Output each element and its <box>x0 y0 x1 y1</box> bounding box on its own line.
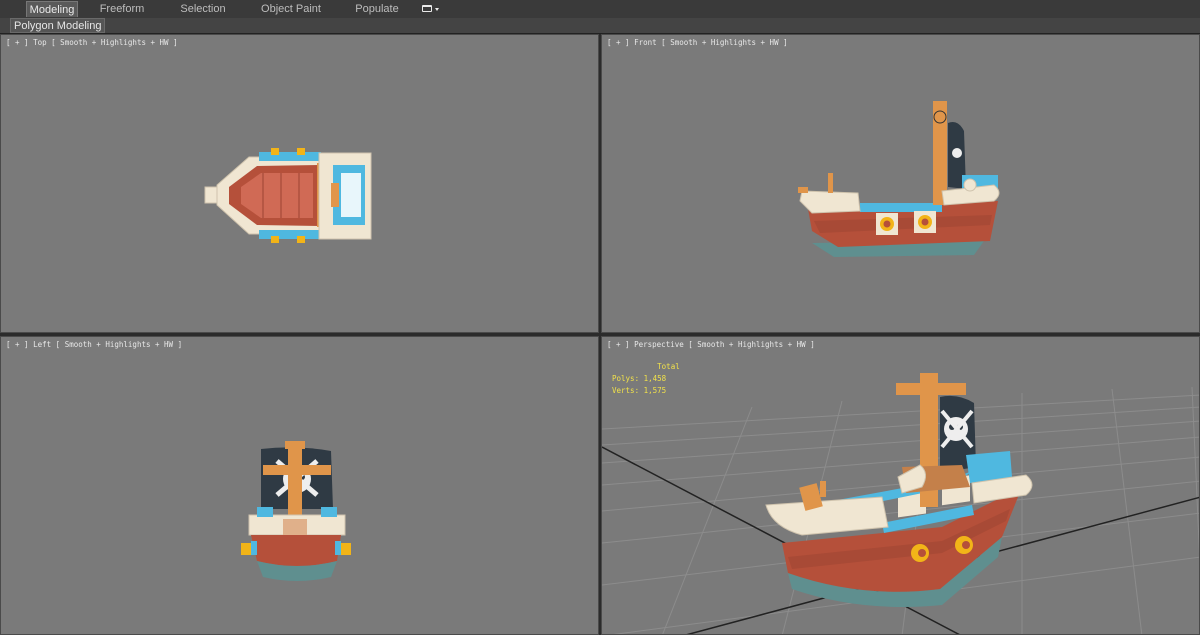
window-dropdown-icon[interactable] <box>421 4 441 14</box>
perspective-grid-and-ship <box>602 373 1199 634</box>
tab-populate[interactable]: Populate <box>350 1 404 17</box>
stats-verts: Verts: 1,575 <box>612 386 667 395</box>
viewport-left[interactable]: [ + ] Left [ Smooth + Highlights + HW ] <box>0 336 599 635</box>
viewport-top[interactable]: [ + ] Top [ Smooth + Highlights + HW ] <box>0 34 599 333</box>
ship-perspective-view <box>765 373 1033 607</box>
ship-front-view <box>798 101 1000 257</box>
viewport-perspective[interactable]: [ + ] Perspective [ Smooth + Highlights … <box>601 336 1200 635</box>
tab-freeform[interactable]: Freeform <box>94 1 150 17</box>
stats-polys: Polys: 1,458 <box>612 374 667 383</box>
viewport-front[interactable]: [ + ] Front [ Smooth + Highlights + HW ] <box>601 34 1200 333</box>
ship-left-view <box>241 441 351 581</box>
stats-header: Total <box>657 362 680 371</box>
tab-modeling[interactable]: Modeling <box>26 1 78 17</box>
ship-top-view <box>204 148 372 243</box>
tab-selection[interactable]: Selection <box>174 1 232 17</box>
tab-object-paint[interactable]: Object Paint <box>256 1 326 17</box>
polygon-modeling-label[interactable]: Polygon Modeling <box>10 18 106 33</box>
scene-statistics: Total Polys: 1,458 Verts: 1,575 <box>612 361 680 397</box>
ribbon-panel-bar: Polygon Modeling <box>0 18 1200 34</box>
ribbon-tab-bar: Modeling Freeform Selection Object Paint… <box>0 0 1200 19</box>
